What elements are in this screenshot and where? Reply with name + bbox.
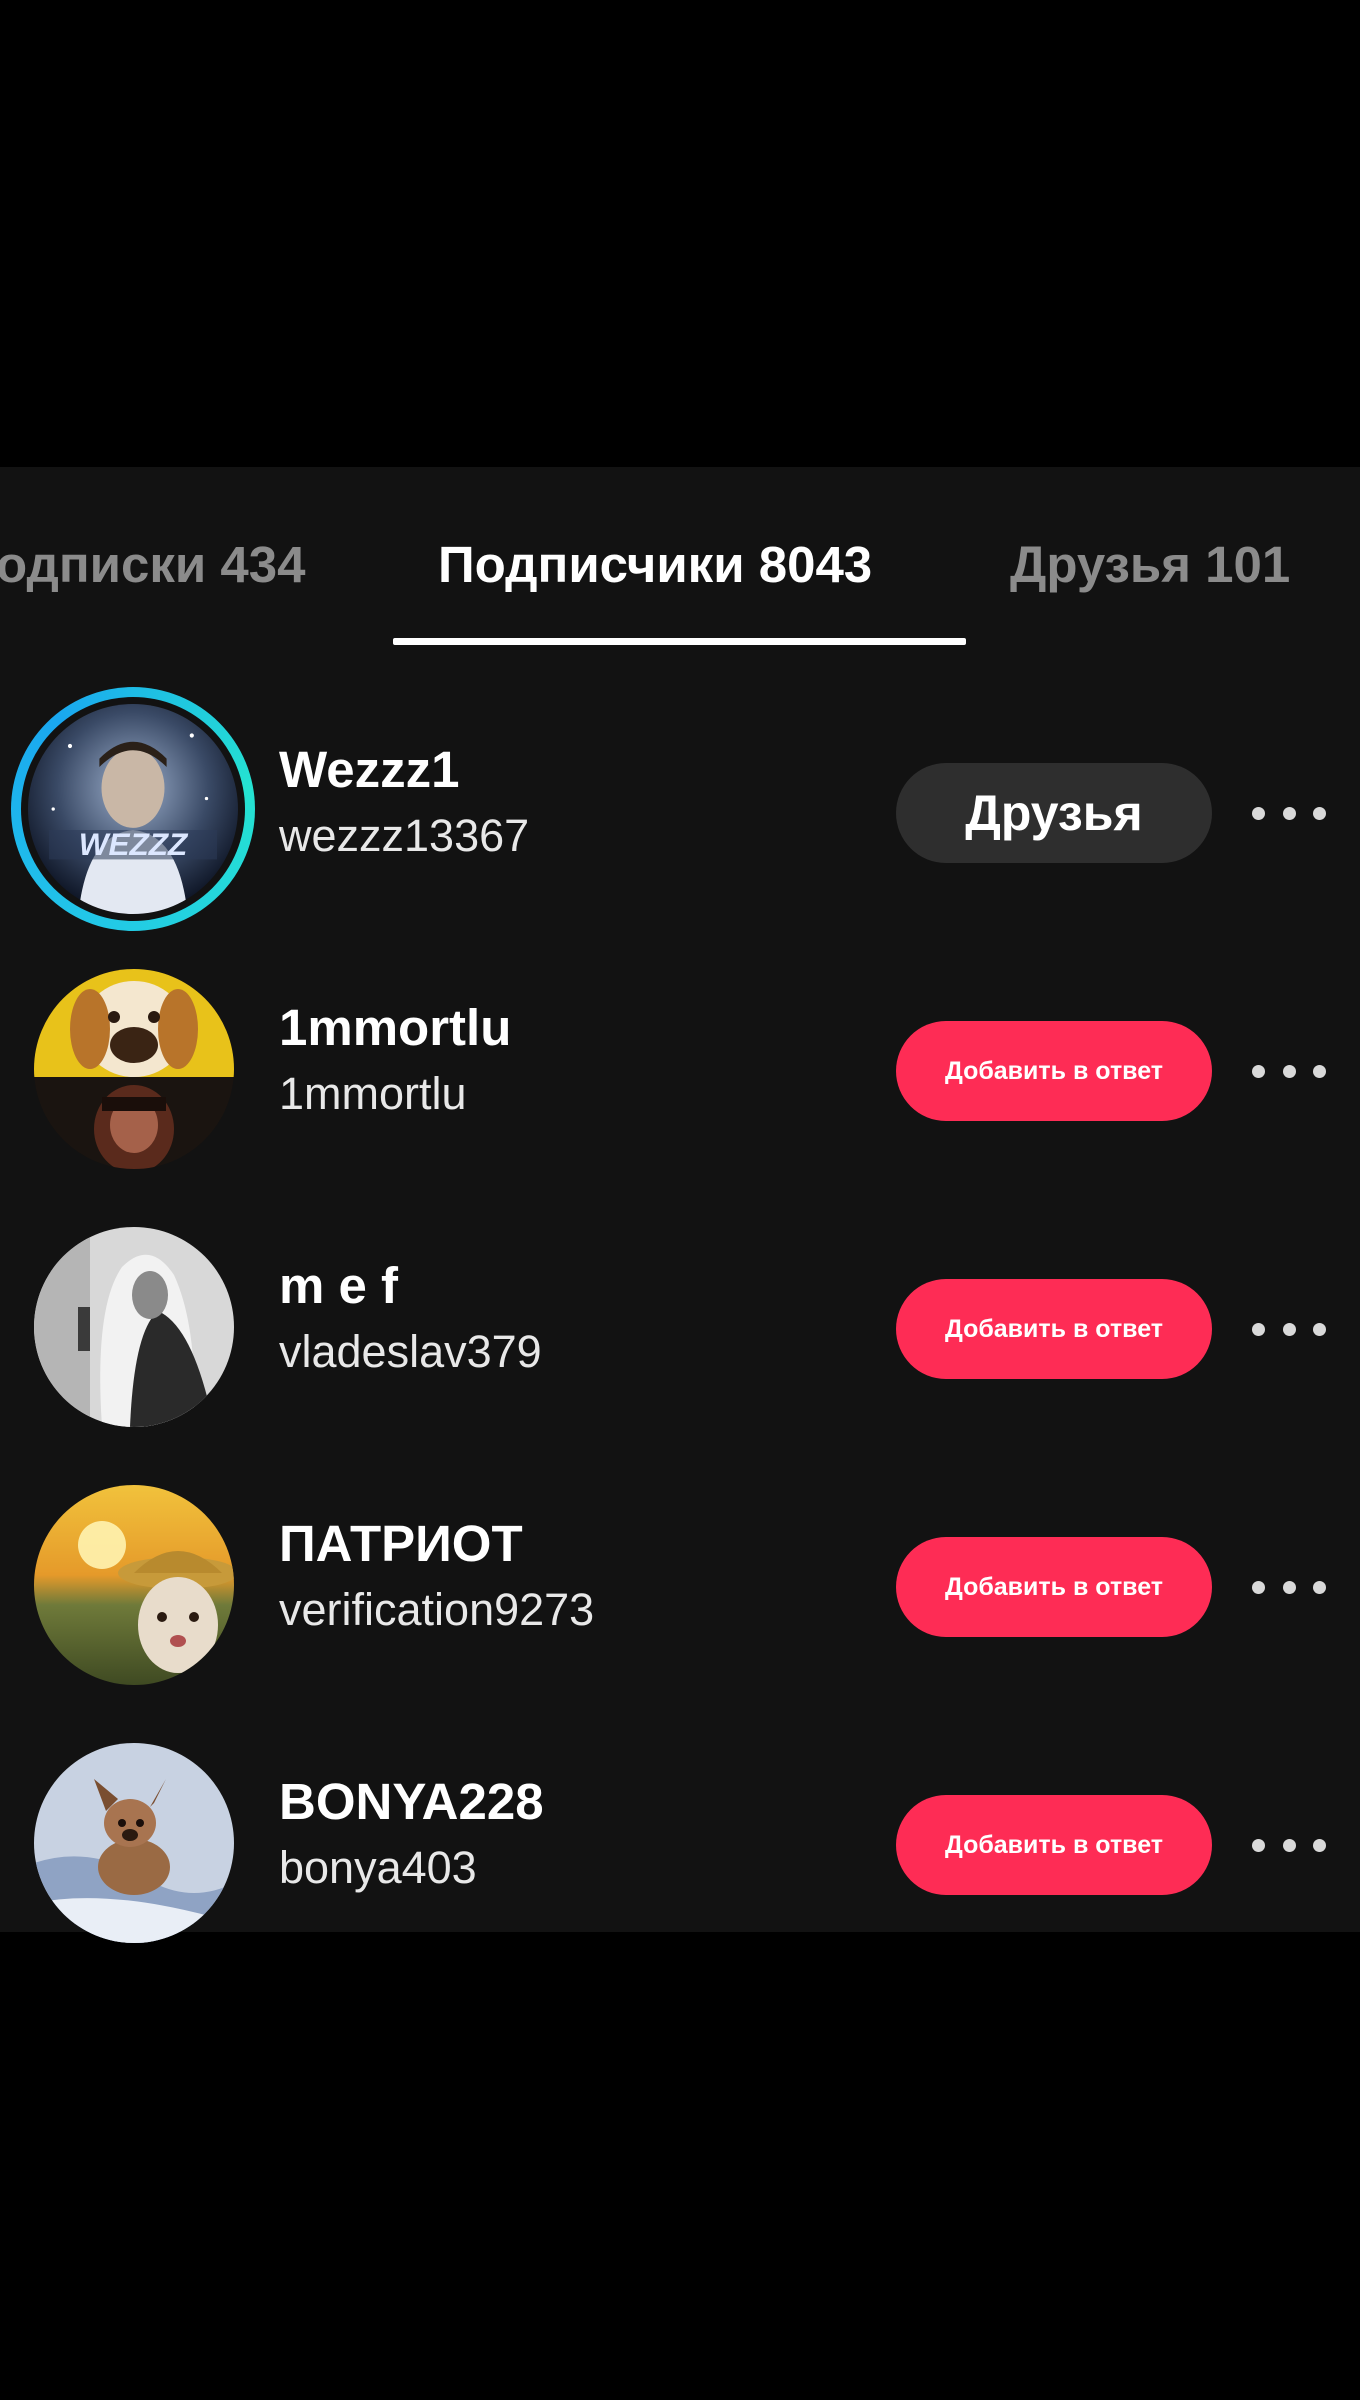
user-handle[interactable]: bonya403 — [279, 1845, 477, 1890]
active-tab-indicator — [393, 638, 966, 645]
avatar[interactable] — [34, 1743, 234, 1943]
list-item[interactable]: BONYA228 bonya403 Добавить в ответ — [0, 1679, 1360, 1943]
tab-friends[interactable]: Друзья 101 — [1010, 539, 1290, 590]
more-horizontal-icon[interactable] — [1252, 1827, 1326, 1863]
avatar-image — [34, 969, 234, 1169]
tab-following[interactable]: одписки 434 — [0, 539, 306, 590]
user-handle[interactable]: vladeslav379 — [279, 1329, 542, 1374]
follow-back-button[interactable]: Добавить в ответ — [896, 1279, 1212, 1379]
more-horizontal-icon[interactable] — [1252, 1569, 1326, 1605]
avatar[interactable]: WEZZZ — [28, 704, 238, 914]
avatar-logo-text: WEZZZ — [79, 826, 189, 862]
avatar[interactable] — [34, 1227, 234, 1427]
follow-back-button[interactable]: Добавить в ответ — [896, 1021, 1212, 1121]
more-horizontal-icon[interactable] — [1252, 1311, 1326, 1347]
user-display-name[interactable]: 1mmortlu — [279, 1002, 511, 1053]
avatar-image — [34, 1743, 234, 1943]
avatar-image — [34, 1227, 234, 1427]
avatar-image — [34, 1485, 234, 1685]
avatar[interactable] — [34, 1485, 234, 1685]
follow-back-button[interactable]: Добавить в ответ — [896, 1795, 1212, 1895]
user-handle[interactable]: 1mmortlu — [279, 1071, 467, 1116]
avatar[interactable] — [34, 969, 234, 1169]
user-display-name[interactable]: ПАТРИОТ — [279, 1518, 523, 1569]
list-item[interactable]: 1mmortlu 1mmortlu Добавить в ответ — [0, 905, 1360, 1169]
more-horizontal-icon[interactable] — [1252, 795, 1326, 831]
user-display-name[interactable]: m e f — [279, 1260, 398, 1311]
user-handle[interactable]: wezzz13367 — [279, 813, 529, 858]
user-display-name[interactable]: Wezzz1 — [279, 744, 459, 795]
list-item[interactable]: ПАТРИОТ verification9273 Добавить в отве… — [0, 1421, 1360, 1685]
tab-followers[interactable]: Подписчики 8043 — [438, 539, 872, 590]
user-handle[interactable]: verification9273 — [279, 1587, 594, 1632]
followers-panel: одписки 434 Подписчики 8043 Друзья 101 W… — [0, 467, 1360, 1943]
story-ring[interactable]: WEZZZ — [11, 687, 255, 931]
user-display-name[interactable]: BONYA228 — [279, 1776, 544, 1827]
friends-button[interactable]: Друзья — [896, 763, 1212, 863]
list-item[interactable]: m e f vladeslav379 Добавить в ответ — [0, 1163, 1360, 1427]
more-horizontal-icon[interactable] — [1252, 1053, 1326, 1089]
follow-back-button[interactable]: Добавить в ответ — [896, 1537, 1212, 1637]
list-item[interactable]: WEZZZ Wezzz1 wezzz13367 Друзья — [0, 647, 1360, 931]
tab-bar: одписки 434 Подписчики 8043 Друзья 101 — [0, 467, 1360, 647]
avatar-image: WEZZZ — [28, 704, 238, 914]
